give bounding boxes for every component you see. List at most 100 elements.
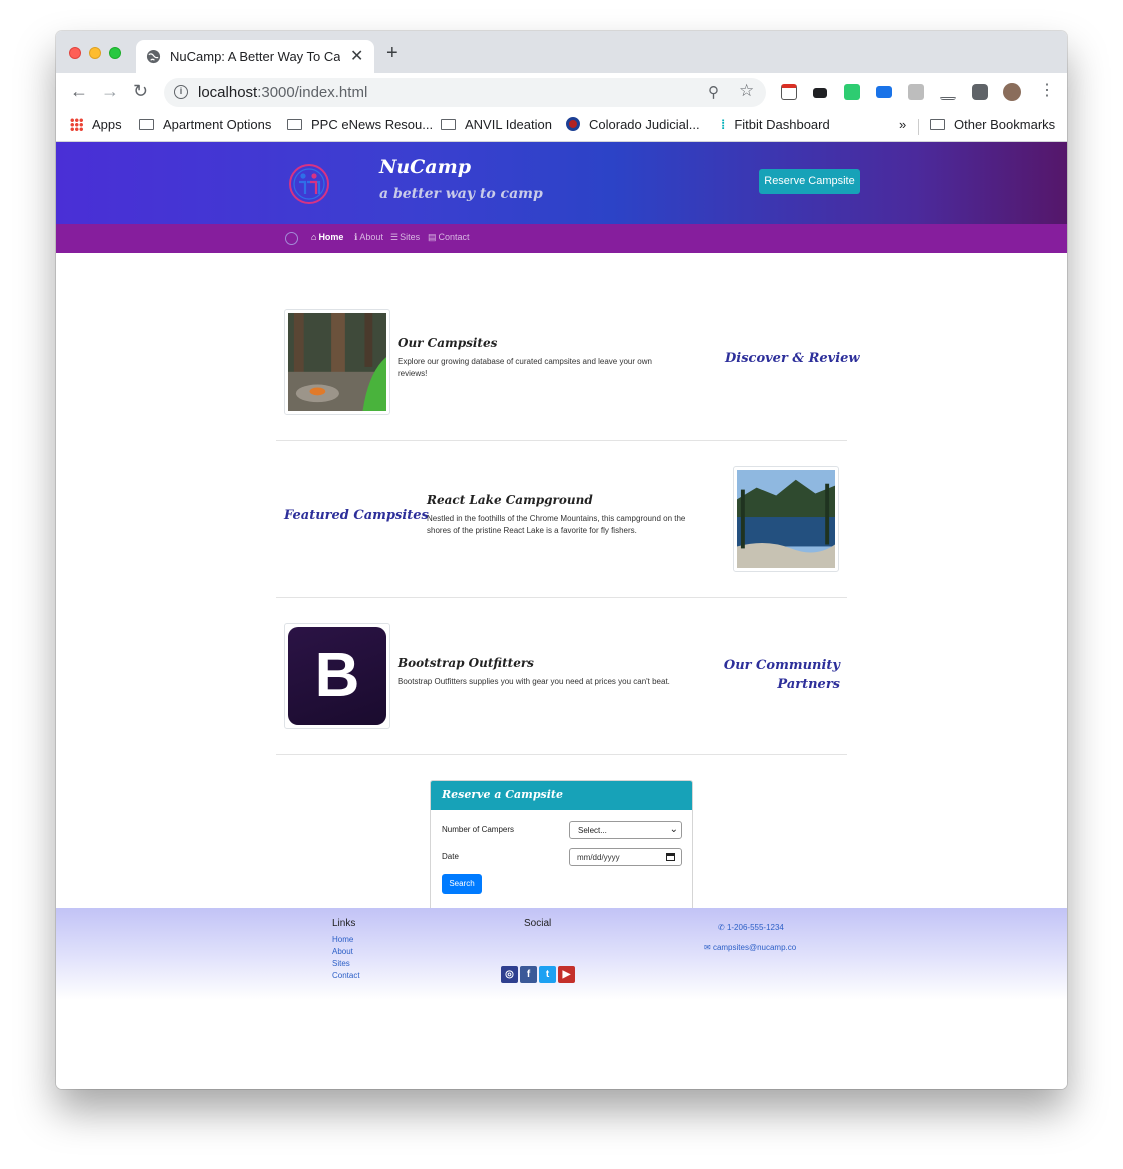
nav-logo-icon[interactable] xyxy=(285,232,298,245)
close-tab-icon[interactable]: ✕ xyxy=(350,46,363,66)
footer-link-sites[interactable]: Sites xyxy=(332,959,350,968)
lake-photo xyxy=(737,470,835,568)
tab-title: NuCamp: A Better Way To Camp xyxy=(170,49,340,64)
bookmark-star-icon[interactable]: ☆ xyxy=(739,81,754,101)
nav-label: Sites xyxy=(400,232,421,242)
bookmark-anvil-ideation[interactable]: ANVIL Ideation xyxy=(441,117,552,132)
bookmark-fitbit-dashboard[interactable]: ⁞ Fitbit Dashboard xyxy=(721,117,830,132)
search-button[interactable]: Search xyxy=(442,874,482,894)
footer-link-contact[interactable]: Contact xyxy=(332,971,360,980)
folder-icon xyxy=(287,119,302,130)
url-text: localhost:3000/index.html xyxy=(198,84,367,101)
bookmark-other-bookmarks[interactable]: Other Bookmarks xyxy=(930,117,1055,132)
reserve-card-title: Reserve a Campsite xyxy=(442,788,563,801)
browser-menu-icon[interactable]: ⋮ xyxy=(1039,82,1055,100)
section-text: Bootstrap Outfitters supplies you with g… xyxy=(398,677,670,686)
footer-link-about[interactable]: About xyxy=(332,947,353,956)
fitbit-icon: ⁞ xyxy=(721,117,726,132)
extension-icon-2[interactable] xyxy=(813,88,827,98)
nav-item-sites[interactable]: ☰ Sites xyxy=(390,232,420,243)
bookmark-apps[interactable]: Apps xyxy=(70,117,122,132)
instagram-icon[interactable]: ◎ xyxy=(501,966,518,983)
bookmark-label: Apps xyxy=(92,117,122,132)
section-text: Explore our growing database of curated … xyxy=(398,357,652,378)
phone-icon: ✆ xyxy=(718,923,725,932)
reserve-campsite-button[interactable]: Reserve Campsite xyxy=(759,169,860,194)
mail-extension-icon[interactable] xyxy=(876,86,892,98)
apps-grid-icon xyxy=(70,118,83,131)
globe-icon xyxy=(146,49,161,64)
header-jumbotron: NuCamp a better way to camp Reserve Camp… xyxy=(56,142,1067,224)
twitter-icon[interactable]: t xyxy=(539,966,556,983)
footer-social-heading: Social xyxy=(524,918,552,929)
date-input[interactable]: mm/dd/yyyy xyxy=(569,848,682,866)
campsite-image xyxy=(284,309,390,415)
chevron-down-icon: ⌄ xyxy=(669,824,678,835)
footer-links-heading: Links xyxy=(332,918,356,929)
info-icon[interactable]: i xyxy=(174,85,188,99)
envelope-icon: ✉ xyxy=(704,943,711,952)
forward-button[interactable]: → xyxy=(101,81,119,101)
nav-item-home[interactable]: ⌂ Home xyxy=(311,232,343,242)
nav-item-about[interactable]: ℹ About xyxy=(354,232,383,243)
footer-email-link[interactable]: ✉ campsites@nucamp.co xyxy=(704,943,796,952)
partner-logo: B xyxy=(284,623,390,729)
nav-item-contact[interactable]: ▤ Contact xyxy=(428,232,470,243)
reserve-card: Reserve a Campsite Number of Campers Sel… xyxy=(430,780,693,913)
bookmark-apartment-options[interactable]: Apartment Options xyxy=(139,117,271,132)
reload-button[interactable]: ↻ xyxy=(133,81,148,101)
calendar-extension-icon[interactable] xyxy=(781,84,797,100)
browser-tab[interactable]: NuCamp: A Better Way To Camp ✕ xyxy=(136,40,374,73)
date-placeholder: mm/dd/yyyy xyxy=(577,853,620,862)
minimize-window-button[interactable] xyxy=(89,47,101,59)
section-title: Bootstrap Outfitters xyxy=(398,656,534,670)
browser-toolbar: ← → ↻ i localhost:3000/index.html ⚲ ☆ ⋮ xyxy=(56,73,1067,111)
bookmarks-bar: Apps Apartment Options PPC eNews Resou..… xyxy=(56,111,1067,142)
footer-link-home[interactable]: Home xyxy=(332,935,353,944)
section-heading-discover: Discover & Review xyxy=(725,351,860,366)
section-heading-partners: Our Community Partners xyxy=(723,658,840,692)
bookmark-label: Other Bookmarks xyxy=(954,117,1056,132)
section-title: Our Campsites xyxy=(398,336,498,350)
youtube-icon[interactable]: ▶ xyxy=(558,966,575,983)
campers-label: Number of Campers xyxy=(442,825,515,834)
section-title: React Lake Campground xyxy=(427,493,593,507)
tab-strip: NuCamp: A Better Way To Camp ✕ + xyxy=(56,31,1067,73)
section-divider xyxy=(276,754,847,755)
section-heading-featured: Featured Campsites xyxy=(284,508,429,523)
brand-tagline: a better way to camp xyxy=(379,186,543,202)
extension-icon-3[interactable] xyxy=(844,84,860,100)
extension-icon-5[interactable] xyxy=(908,84,924,100)
layers-extension-icon[interactable] xyxy=(940,84,956,100)
bookmarks-overflow-button[interactable]: » xyxy=(899,117,906,132)
section-divider xyxy=(276,597,847,598)
back-button[interactable]: ← xyxy=(70,81,88,101)
zoom-window-button[interactable] xyxy=(109,47,121,59)
bookmark-label: Fitbit Dashboard xyxy=(734,117,830,132)
bookmark-label: PPC eNews Resou... xyxy=(311,117,434,132)
address-bar[interactable]: i localhost:3000/index.html ⚲ ☆ xyxy=(164,78,766,107)
bookmark-label: ANVIL Ideation xyxy=(465,117,552,132)
bookmark-ppc-enews[interactable]: PPC eNews Resou... xyxy=(287,117,433,132)
folder-icon xyxy=(139,119,154,130)
nucamp-logo xyxy=(289,164,329,204)
zoom-icon[interactable]: ⚲ xyxy=(708,83,719,101)
puzzle-icon[interactable] xyxy=(972,84,988,100)
facebook-icon[interactable]: f xyxy=(520,966,537,983)
home-icon: ⌂ xyxy=(311,232,317,242)
list-icon: ☰ xyxy=(390,232,399,242)
section-divider xyxy=(276,440,847,441)
folder-icon xyxy=(441,119,456,130)
close-window-button[interactable] xyxy=(69,47,81,59)
profile-avatar[interactable] xyxy=(1003,83,1021,101)
new-tab-button[interactable]: + xyxy=(386,43,398,63)
folder-icon xyxy=(930,119,945,130)
calendar-icon[interactable] xyxy=(666,853,675,861)
web-page: NuCamp a better way to camp Reserve Camp… xyxy=(56,142,1067,1089)
colorado-flag-icon xyxy=(566,117,580,131)
footer-phone-link[interactable]: ✆ 1-206-555-1234 xyxy=(718,923,784,932)
campers-select[interactable]: Select... ⌄ xyxy=(569,821,682,839)
nav-bar: ⌂ Home ℹ About ☰ Sites ▤ Contact xyxy=(56,224,1067,253)
nav-label: Contact xyxy=(438,232,470,242)
bookmark-colorado-judicial[interactable]: Colorado Judicial... xyxy=(566,117,700,132)
